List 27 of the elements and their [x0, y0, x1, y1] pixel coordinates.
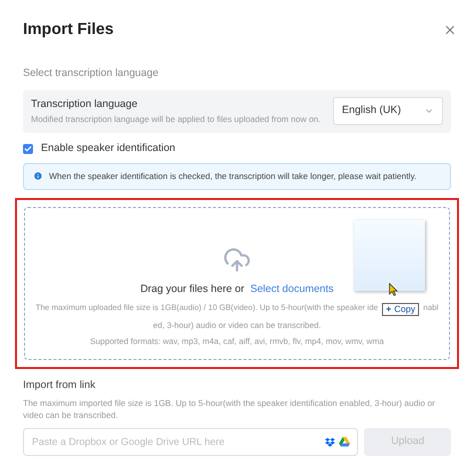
- cursor-icon: [389, 282, 398, 296]
- drop-prompt: Drag your files here or: [140, 282, 244, 296]
- select-documents-link[interactable]: Select documents: [250, 282, 334, 298]
- field-description: Modified transcription language will be applied to files uploaded from now on.: [31, 112, 321, 126]
- field-label: Transcription language: [31, 97, 138, 112]
- size-note: ed, 3-hour) audio or video can be transcribed.: [153, 319, 321, 332]
- dropbox-icon: [325, 438, 336, 447]
- section-heading: Import from link: [23, 378, 96, 392]
- dragged-file-preview: [354, 220, 425, 290]
- drive-icon: [339, 437, 350, 448]
- url-input[interactable]: Paste a Dropbox or Google Drive URL here: [23, 428, 358, 456]
- close-icon: [443, 23, 457, 37]
- language-select[interactable]: English (UK): [333, 97, 443, 126]
- formats-note: Supported formats: wav, mp3, m4a, caf, aiff, avi, rmvb, flv, mp4, mov, wmv, wma: [90, 334, 384, 348]
- dialog-title: Import Files: [23, 20, 114, 40]
- size-note: nabl: [423, 302, 438, 314]
- size-note: The maximum uploaded file size is 1GB(audio) / 10 GB(video). Up to 5-hour(with the speaker ide: [36, 302, 378, 314]
- copy-label: Copy: [394, 303, 416, 316]
- section-heading: Select transcription language: [23, 66, 160, 81]
- info-icon: [33, 171, 43, 181]
- cloud-upload-icon: [223, 246, 251, 274]
- notice-text: When the speaker identification is checked, the transcription will take longer, please wait patiently.: [49, 170, 416, 182]
- link-note: The maximum imported file size is 1GB. Up to 5-hour(with the speaker identification enabled, 3-hour) audio or video can be transcribed.: [23, 397, 436, 422]
- close-button[interactable]: [443, 23, 457, 37]
- plus-symbol: +: [386, 303, 392, 316]
- checkbox[interactable]: [23, 144, 33, 154]
- checkbox-label: Enable speaker identification: [41, 140, 176, 156]
